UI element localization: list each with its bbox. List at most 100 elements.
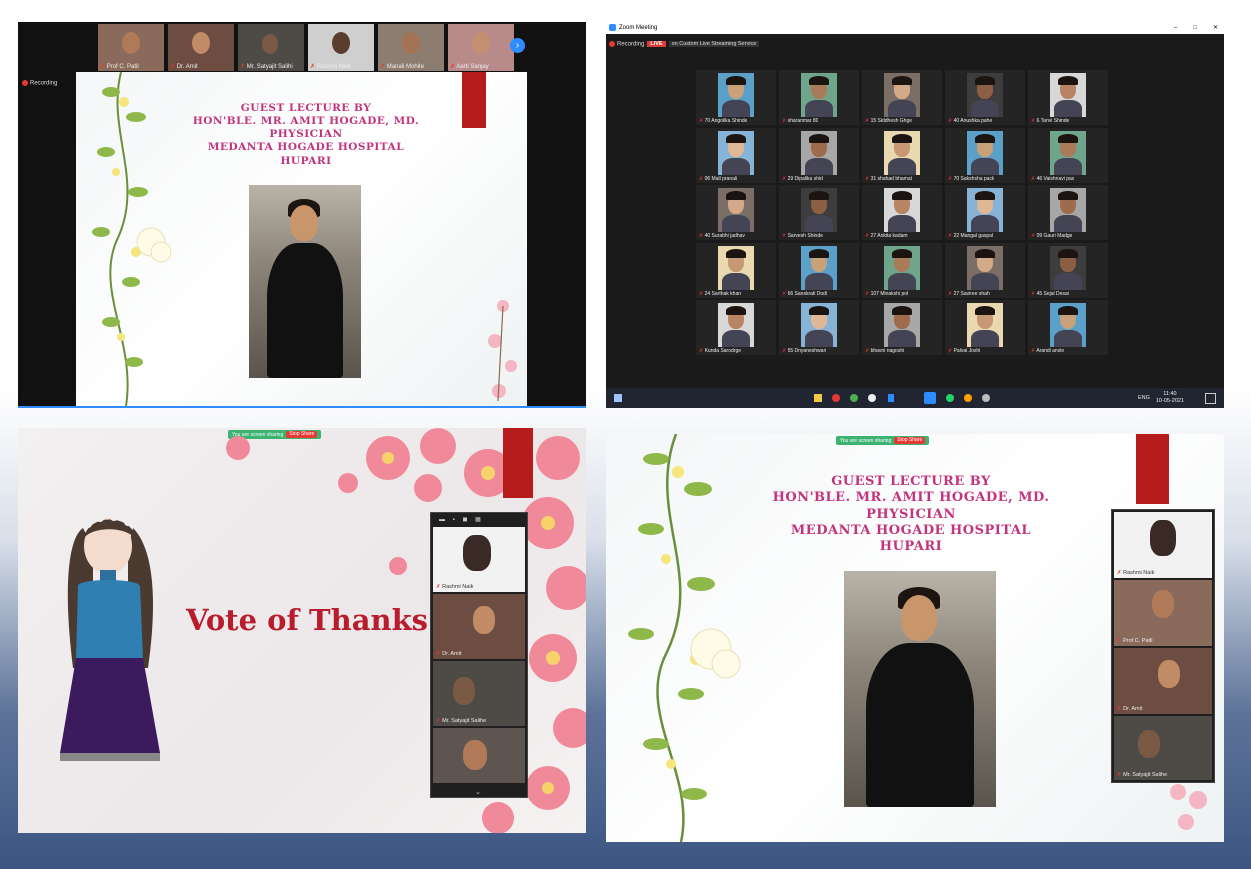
participant-name: Prof C. Patil <box>100 63 139 70</box>
participant-video <box>884 188 920 232</box>
taskbar-app-icon[interactable] <box>850 394 858 402</box>
taskbar-app-icon[interactable] <box>888 394 894 402</box>
pink-flowers-decoration <box>1170 784 1207 830</box>
taskbar-app-icon[interactable] <box>964 394 972 402</box>
participant-tile[interactable]: 107 Minakshi pol <box>862 242 942 298</box>
participant-tile[interactable]: Arandi ansle <box>1028 300 1108 355</box>
slide-title-line: GUEST LECTURE BY <box>831 474 991 489</box>
participant-name: Dr. Amit <box>170 63 198 70</box>
slide-title-line: HUPARI <box>879 539 943 554</box>
participant-name: 15 Siddhesh Ghge <box>865 118 912 124</box>
taskbar-app-icon[interactable] <box>982 394 990 402</box>
window-title: Zoom Meeting <box>619 25 658 31</box>
participant-tile[interactable]: Sarvesh Shinde <box>779 185 859 240</box>
participant-tile[interactable]: 09 Gauri Madge <box>1028 185 1108 240</box>
windows-start-icon[interactable] <box>614 394 622 402</box>
chevron-down-icon[interactable]: ⌄ <box>475 788 481 796</box>
participant-tile[interactable]: 70 Sakshsha pack <box>945 127 1025 183</box>
participant-video <box>801 303 837 347</box>
speaker-photo <box>844 571 996 807</box>
notification-icon[interactable] <box>1205 393 1216 404</box>
participant-tile[interactable] <box>433 728 525 783</box>
participant-tile[interactable]: Kunda Sarodrge <box>696 300 776 355</box>
participant-name: Rashmi Naik <box>1117 570 1154 576</box>
participant-tile[interactable]: 06 Mall pranali <box>696 127 776 183</box>
minimize-button[interactable]: – <box>1174 22 1177 34</box>
stop-share-button[interactable]: Stop Share <box>894 437 926 444</box>
clock[interactable]: 11:40 10-05-2021 <box>1156 391 1184 405</box>
participant-tile[interactable]: Dr. Amit <box>433 594 525 659</box>
live-stream-service-label[interactable]: on Custom Live Streaming Service <box>668 41 760 47</box>
window-title-bar: Zoom Meeting – □ ✕ <box>606 22 1224 34</box>
taskbar-zoom-icon[interactable] <box>924 392 936 404</box>
floral-vine-decoration <box>628 434 741 842</box>
close-button[interactable]: ✕ <box>1213 22 1218 34</box>
participant-tile[interactable]: Prof C. Patil <box>1114 580 1212 646</box>
participant-tile[interactable]: 29 Dipalika shid <box>779 127 859 183</box>
participant-video <box>967 303 1003 347</box>
taskbar-app-icon[interactable] <box>814 394 822 402</box>
participant-name: Prof C. Patil <box>1117 638 1152 644</box>
girl-illustration <box>60 513 160 761</box>
participant-name: Sarvesh Shinde <box>782 233 823 239</box>
taskbar-whatsapp-icon[interactable] <box>946 394 954 402</box>
participant-name: 107 Minakshi pol <box>865 291 909 297</box>
participant-tile[interactable]: Palvai Joshi <box>945 300 1025 355</box>
share-status-text: You are screen sharing <box>840 437 892 444</box>
language-indicator[interactable]: ENG <box>1138 395 1150 401</box>
participant-tile[interactable]: Mr. Satyajit Salihe <box>1114 716 1212 780</box>
participant-tile[interactable]: sharanmar 80 <box>779 70 859 125</box>
participant-tile[interactable]: 15 Siddhesh Ghge <box>862 70 942 125</box>
taskbar-app-icon[interactable] <box>832 394 840 402</box>
participant-tile[interactable]: 70 Angolika Shinde <box>696 70 776 125</box>
pink-flowers-decoration <box>488 300 517 402</box>
participant-tile[interactable]: bhavni nagoshi <box>862 300 942 355</box>
participant-tile[interactable]: 66 Sanskrati Dodi <box>779 242 859 298</box>
participant-tile[interactable]: 31 shahad bhamat <box>862 127 942 183</box>
participant-tile[interactable]: 27 Ankita kadam <box>862 185 942 240</box>
participant-video <box>1050 73 1086 117</box>
participant-tile[interactable]: Prof C. Patil <box>98 24 164 71</box>
participant-tile[interactable]: 40 Surabhi jadhav <box>696 185 776 240</box>
participant-name: 70 Sakshsha pack <box>948 176 995 182</box>
participant-name: 40 Anushka pahe <box>948 118 993 124</box>
recording-live-bar: Recording LIVE on Custom Live Streaming … <box>609 39 760 49</box>
participant-tile[interactable]: Mr. Satyajit Salihi <box>238 24 304 71</box>
participant-tile[interactable]: 40 Anushka pahe <box>945 70 1025 125</box>
participant-tile[interactable]: Rashmi Naik <box>433 527 525 592</box>
participant-video <box>884 245 920 290</box>
participant-tile[interactable]: 27 Saviree shah <box>945 242 1025 298</box>
participant-tile[interactable]: Mr. Satyajit Salihe <box>433 661 525 726</box>
participant-video <box>718 303 754 347</box>
slide-title-line: HUPARI <box>280 154 332 167</box>
slide-title-line: HON'BLE. MR. AMIT HOGADE, MD. PHYSICIAN <box>772 490 1050 522</box>
participant-tile[interactable]: 55 Dnyaneshwari <box>779 300 859 355</box>
participant-tile[interactable]: Manali Mohite <box>378 24 444 71</box>
slide-title-line: HON'BLE. MR. AMIT HOGADE, MD. PHYSICIAN <box>192 115 420 141</box>
participant-video <box>967 188 1003 232</box>
participant-tile[interactable]: 6 Tanvi Shinde <box>1028 70 1108 125</box>
participant-video <box>801 245 837 290</box>
participant-tile[interactable]: Aarti Sanjay <box>448 24 514 71</box>
participant-video <box>1050 130 1086 175</box>
participant-tile[interactable]: Dr. Amit <box>1114 648 1212 714</box>
participant-name: 66 Sanskrati Dodi <box>782 291 827 297</box>
maximize-button[interactable]: □ <box>1193 22 1197 34</box>
taskbar-app-icon[interactable] <box>868 394 876 402</box>
strip-view-controls[interactable]: ▬ ▪ ◼ ▦ <box>439 516 484 523</box>
participant-tile[interactable]: 46 Vaishnavi pas <box>1028 127 1108 183</box>
participant-name: Rashmi Naik <box>436 584 473 590</box>
participant-video <box>1050 188 1086 232</box>
next-page-arrow-icon[interactable]: › <box>510 38 525 53</box>
participant-name: 70 Angolika Shinde <box>699 118 748 124</box>
participant-tile[interactable]: Dr. Amit <box>168 24 234 71</box>
clock-time: 11:40 <box>1163 391 1177 397</box>
participant-tile[interactable]: 22 Mangal gaspal <box>945 185 1025 240</box>
participant-tile[interactable]: 45 Sejal Desai <box>1028 242 1108 298</box>
participant-video <box>718 245 754 290</box>
participant-name: 22 Mangal gaspal <box>948 233 993 239</box>
live-badge[interactable]: LIVE <box>647 41 666 47</box>
participant-tile[interactable]: 24 Sarthak khan <box>696 242 776 298</box>
participant-tile[interactable]: Rashmi Naik <box>308 24 374 71</box>
participant-tile[interactable]: Rashmi Naik <box>1114 512 1212 578</box>
